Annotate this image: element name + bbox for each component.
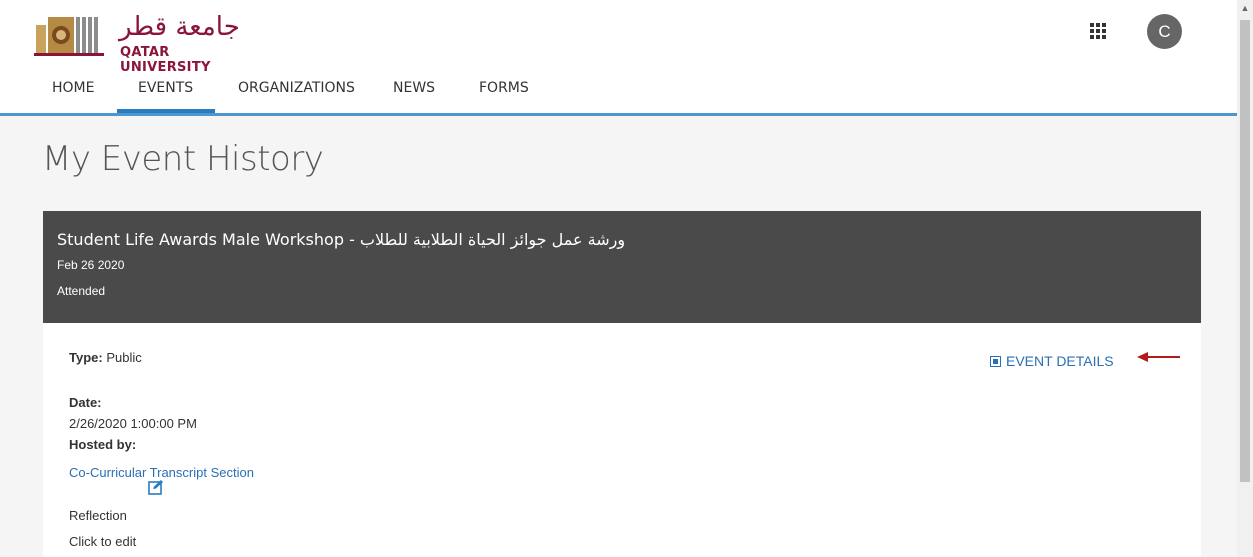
event-date: Feb 26 2020	[57, 258, 125, 272]
active-tab-indicator	[117, 109, 215, 113]
open-external-icon	[990, 356, 1001, 367]
type-value: Public	[106, 350, 142, 365]
user-avatar[interactable]: C	[1147, 14, 1182, 49]
scrollbar-thumb[interactable]	[1240, 20, 1250, 482]
event-title: Student Life Awards Male Workshop - ورشة…	[57, 230, 626, 249]
top-bar: جامعة قطر QATAR UNIVERSITY C HOME EVENTS…	[0, 0, 1237, 114]
event-details-label: EVENT DETAILS	[1006, 353, 1114, 369]
university-emblem-icon	[34, 17, 104, 56]
qatar-university-logo[interactable]: جامعة قطر QATAR UNIVERSITY	[34, 10, 264, 75]
event-type: Type: Public	[69, 350, 142, 365]
annotation-arrow	[1137, 352, 1180, 362]
nav-divider	[0, 113, 1237, 116]
reflection-hint[interactable]: Click to edit	[69, 534, 136, 549]
event-card: Student Life Awards Male Workshop - ورشة…	[43, 211, 1201, 557]
scroll-up-icon[interactable]: ▲	[1237, 0, 1253, 16]
edit-icon[interactable]	[148, 479, 164, 495]
nav-forms[interactable]: FORMS	[479, 80, 529, 96]
event-details-link[interactable]: EVENT DETAILS	[990, 353, 1114, 369]
nav-home[interactable]: HOME	[52, 80, 94, 96]
date-value: 2/26/2020 1:00:00 PM	[69, 416, 197, 431]
event-status: Attended	[57, 284, 106, 298]
event-card-header: Student Life Awards Male Workshop - ورشة…	[43, 211, 1201, 323]
reflection-label: Reflection	[69, 508, 127, 523]
nav-events[interactable]: EVENTS	[138, 80, 193, 96]
apps-grid-icon[interactable]	[1090, 23, 1107, 40]
hosted-label: Hosted by:	[69, 437, 137, 452]
logo-arabic-text: جامعة قطر	[119, 12, 240, 42]
type-label: Type:	[69, 350, 103, 365]
date-label: Date:	[69, 395, 102, 410]
hosted-by-link[interactable]: Co-Curricular Transcript Section	[69, 465, 254, 480]
logo-latin-text: QATAR UNIVERSITY	[120, 45, 211, 75]
nav-news[interactable]: NEWS	[393, 80, 435, 96]
page-title: My Event History	[42, 139, 324, 179]
nav-organizations[interactable]: ORGANIZATIONS	[238, 80, 355, 96]
